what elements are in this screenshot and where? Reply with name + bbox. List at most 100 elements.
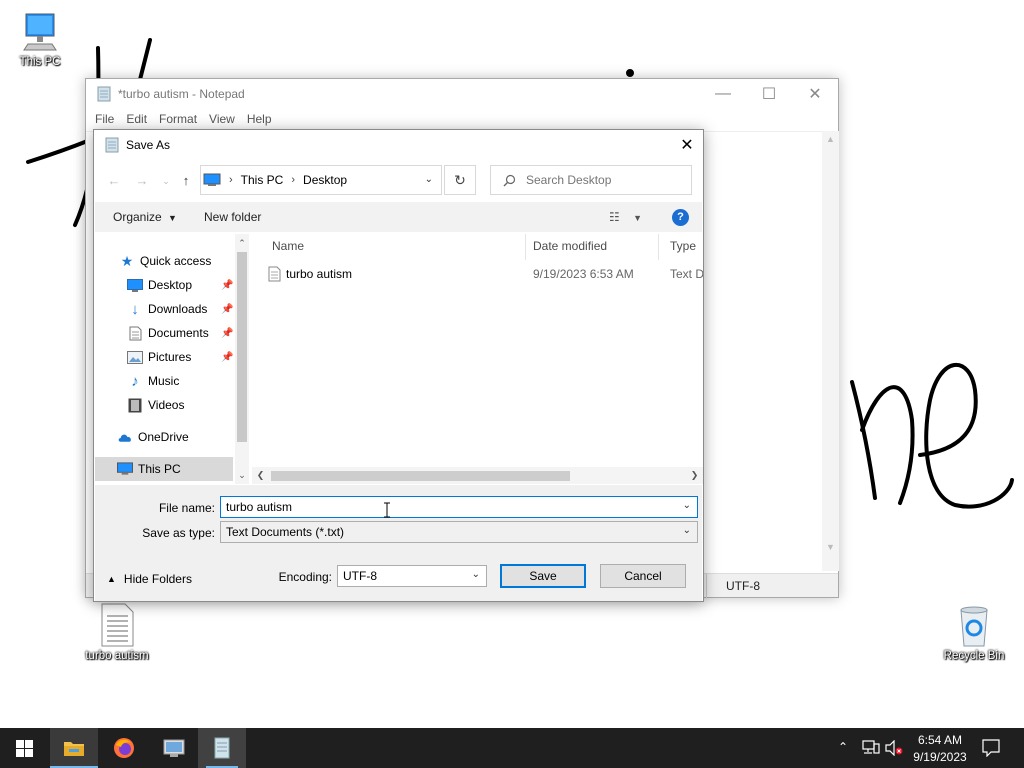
forward-arrow-icon[interactable]: → (132, 172, 152, 190)
notepad-icon (105, 137, 119, 153)
recent-chevron-icon[interactable]: ⌄ (156, 172, 176, 190)
nav-pane-scrollbar[interactable]: ⌃ ⌄ (235, 234, 249, 484)
organize-button[interactable]: Organize ▼ (113, 210, 177, 224)
monitor-icon (23, 13, 57, 51)
clock-time: 6:54 AM (917, 733, 963, 747)
nav-item-pictures[interactable]: Pictures 📌 (95, 345, 233, 369)
close-button[interactable]: ✕ (792, 79, 838, 109)
start-button[interactable] (0, 728, 48, 768)
menu-edit[interactable]: Edit (120, 112, 153, 126)
scroll-right-icon[interactable]: ❯ (686, 467, 703, 484)
dialog-navigation-bar: ← → ⌄ ↑ › This PC › Desktop ⌄ ↻ (94, 164, 703, 198)
dialog-close-button[interactable]: ✕ (671, 130, 703, 160)
network-icon[interactable] (862, 739, 880, 758)
nav-item-onedrive[interactable]: OneDrive (95, 425, 233, 449)
file-name-field[interactable]: turbo autism ⌄ (220, 496, 698, 518)
search-box[interactable] (490, 165, 692, 195)
menu-format[interactable]: Format (153, 112, 203, 126)
file-name-cell: turbo autism (286, 267, 353, 281)
column-header-date-modified[interactable]: Date modified (513, 234, 659, 260)
back-arrow-icon[interactable]: ← (104, 172, 124, 190)
new-folder-button[interactable]: New folder (204, 210, 261, 224)
file-row[interactable]: turbo autism 9/19/2023 6:53 AM Text D (252, 264, 703, 286)
desktop-icon-label: Recycle Bin (943, 650, 1005, 662)
refresh-button[interactable]: ↻ (444, 165, 476, 195)
chevron-down-icon: ⌄ (682, 525, 691, 536)
menu-view[interactable]: View (203, 112, 241, 126)
chevron-up-icon: ▲ (107, 574, 116, 584)
clock-date: 9/19/2023 (913, 750, 967, 764)
breadcrumb-desktop[interactable]: Desktop (303, 173, 347, 187)
notepad-icon (97, 86, 111, 102)
organize-label: Organize (113, 210, 162, 224)
desktop-icon-this-pc[interactable]: This PC (0, 10, 80, 68)
chevron-down-icon: ▼ (633, 213, 643, 223)
nav-item-label: Documents (148, 326, 209, 340)
taskbar-control-panel[interactable] (150, 728, 198, 768)
download-arrow-icon: ↓ (131, 300, 139, 318)
windows-start-icon (15, 739, 33, 757)
view-options-button[interactable]: ☷ ▼ (609, 210, 642, 224)
cancel-button[interactable]: Cancel (600, 564, 686, 588)
maximize-button[interactable]: ☐ (746, 79, 792, 109)
search-icon (503, 174, 516, 186)
taskbar-firefox[interactable] (100, 728, 148, 768)
scroll-up-icon[interactable]: ▲ (822, 131, 839, 148)
taskbar-notepad[interactable] (198, 728, 246, 768)
minimize-button[interactable]: — (700, 79, 746, 109)
nav-item-label: Quick access (140, 254, 212, 268)
scroll-left-icon[interactable]: ❮ (252, 467, 269, 484)
encoding-select[interactable]: UTF-8 ⌄ (337, 565, 487, 587)
scroll-thumb[interactable] (237, 252, 247, 442)
tray-overflow-chevron-icon[interactable]: ⌃ (838, 740, 848, 754)
nav-item-quick-access[interactable]: ★ Quick access (95, 249, 233, 273)
taskbar: ⌃ 6:54 AM 9/19/2023 (0, 728, 1024, 768)
address-bar[interactable]: › This PC › Desktop ⌄ (200, 165, 442, 195)
menu-file[interactable]: File (89, 112, 120, 126)
scroll-up-icon[interactable]: ⌃ (235, 236, 249, 250)
up-arrow-icon[interactable]: ↑ (176, 172, 196, 190)
action-center-icon[interactable] (982, 739, 1000, 760)
nav-item-this-pc[interactable]: This PC (95, 457, 233, 481)
chevron-down-icon[interactable]: ⌄ (425, 174, 433, 185)
status-encoding: UTF-8 (706, 574, 760, 598)
star-icon: ★ (120, 252, 134, 269)
chevron-down-icon: ⌄ (471, 569, 480, 580)
file-list-horizontal-scrollbar[interactable]: ❮ ❯ (252, 467, 703, 484)
file-explorer-icon (64, 742, 84, 756)
pin-icon: 📌 (221, 279, 234, 291)
nav-item-downloads[interactable]: ↓ Downloads 📌 (95, 297, 233, 321)
save-button[interactable]: Save (500, 564, 586, 588)
desktop-icon-label: turbo autism (85, 650, 149, 662)
taskbar-clock[interactable]: 6:54 AM 9/19/2023 (900, 730, 980, 766)
file-date-cell: 9/19/2023 6:53 AM (533, 267, 634, 281)
scroll-thumb[interactable] (271, 471, 570, 481)
music-note-icon: ♪ (131, 372, 139, 390)
scroll-down-icon[interactable]: ▼ (822, 539, 839, 556)
nav-item-desktop[interactable]: Desktop 📌 (95, 273, 233, 297)
film-strip-icon (127, 397, 143, 413)
search-input[interactable] (526, 173, 686, 187)
desktop-icon-recycle-bin[interactable]: Recycle Bin (934, 604, 1014, 662)
dialog-titlebar[interactable]: Save As (94, 130, 703, 160)
pin-icon: 📌 (221, 303, 234, 315)
details-view-icon: ☷ (609, 210, 620, 224)
column-header-name[interactable]: Name (252, 234, 526, 260)
nav-item-documents[interactable]: Documents 📌 (95, 321, 233, 345)
breadcrumb-this-pc[interactable]: This PC (241, 173, 284, 187)
help-button[interactable]: ? (672, 209, 689, 226)
scroll-down-icon[interactable]: ⌄ (235, 468, 249, 482)
menu-help[interactable]: Help (241, 112, 278, 126)
chevron-down-icon[interactable]: ⌄ (683, 500, 691, 511)
breadcrumb-separator-icon: › (229, 174, 233, 186)
desktop-icon-turbo-autism[interactable]: turbo autism (77, 602, 157, 662)
nav-item-videos[interactable]: Videos (95, 393, 233, 417)
column-header-type[interactable]: Type (657, 234, 703, 260)
notepad-vertical-scrollbar[interactable]: ▲ ▼ (822, 131, 839, 571)
nav-item-music[interactable]: ♪ Music (95, 369, 233, 393)
taskbar-file-explorer[interactable] (50, 728, 98, 768)
hide-folders-toggle[interactable]: ▲ Hide Folders (107, 572, 192, 586)
documents-icon (127, 325, 143, 341)
save-as-type-select[interactable]: Text Documents (*.txt) ⌄ (220, 521, 698, 543)
nav-item-label: Music (148, 374, 180, 388)
